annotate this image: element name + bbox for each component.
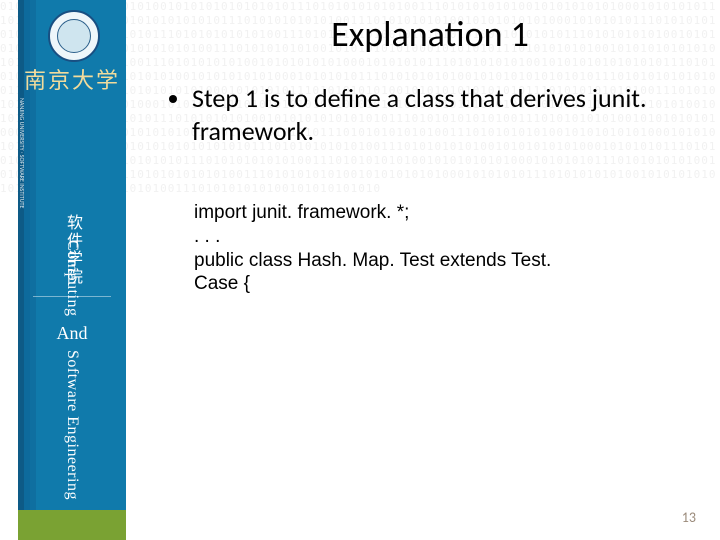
page-number: 13 (682, 509, 696, 526)
sidebar-topic-line1: Computing (63, 240, 81, 317)
slide-title: Explanation 1 (140, 12, 720, 56)
sidebar-topic-line2: Software Engineering (63, 350, 81, 500)
content-area: Explanation 1 Step 1 is to define a clas… (140, 0, 720, 540)
code-line-3: public class Hash. Map. Test extends Tes… (194, 249, 560, 297)
bullet-block: Step 1 is to define a class that derives… (140, 82, 720, 147)
sidebar-topic: Computing And Software Engineering (18, 240, 126, 499)
university-name-en: NANJING UNIVERSITY · SOFTWARE INSTITUTE (18, 98, 26, 208)
code-line-1: import junit. framework. *; (194, 201, 560, 225)
code-block: import junit. framework. *; . . . public… (140, 201, 720, 296)
bullet-item-1: Step 1 is to define a class that derives… (192, 82, 660, 147)
code-line-2: . . . (194, 225, 560, 249)
university-logo-inner (57, 19, 91, 53)
university-name-cn: 南京大学 (18, 68, 126, 94)
university-logo (48, 10, 100, 62)
sidebar: 南京大学 NANJING UNIVERSITY · SOFTWARE INSTI… (18, 0, 126, 540)
sidebar-topic-and: And (18, 323, 126, 344)
slide: 0101010111010101010100101010101010101011… (0, 0, 720, 540)
